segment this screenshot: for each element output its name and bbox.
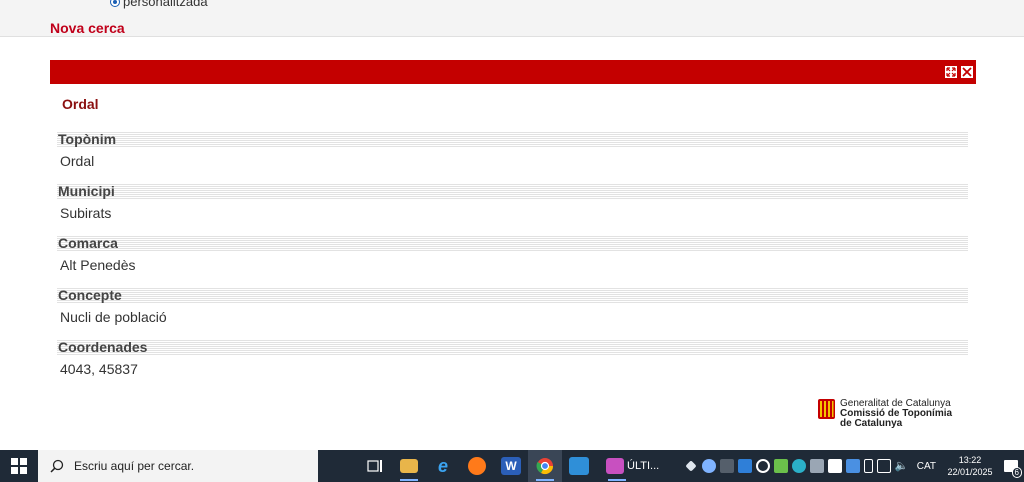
task-view-icon[interactable] (358, 450, 392, 482)
notification-center-icon[interactable]: 6 (998, 450, 1024, 482)
photos-icon[interactable] (562, 450, 596, 482)
field-label: Topònim (57, 131, 968, 147)
taskbar: Escriu aquí per cercar. e W ÚLTI... 🔈 CA… (0, 450, 1024, 482)
shield-icon[interactable] (827, 459, 842, 473)
app-label: ÚLTI... (627, 460, 660, 472)
cloud-icon[interactable] (701, 459, 716, 473)
field-coordenades: Coordenades 4043, 45837 (57, 339, 968, 377)
word-icon[interactable]: W (494, 450, 528, 482)
blue-app-icon[interactable] (845, 459, 860, 473)
taskbar-search[interactable]: Escriu aquí per cercar. (38, 450, 318, 482)
clock[interactable]: 13:22 22/01/2025 (942, 454, 998, 478)
field-concepte: Concepte Nucli de població (57, 287, 968, 325)
chrome-icon[interactable] (528, 450, 562, 482)
field-municipi: Municipi Subirats (57, 183, 968, 221)
notification-badge: 6 (1011, 467, 1022, 478)
field-label: Coordenades (57, 339, 968, 355)
usb-icon[interactable] (863, 459, 873, 473)
field-label: Comarca (57, 235, 968, 251)
taskbar-app-ulti[interactable]: ÚLTI... (600, 450, 678, 482)
search-icon (50, 459, 64, 473)
skype-icon[interactable] (737, 459, 752, 473)
clock-date: 22/01/2025 (947, 467, 993, 477)
language-indicator[interactable]: CAT (917, 461, 936, 472)
radio-option[interactable]: personalitzada (110, 0, 208, 9)
system-tray: 🔈 CAT 13:22 22/01/2025 6 (682, 450, 1024, 482)
close-icon[interactable] (961, 66, 973, 78)
logo-line-3: de Catalunya (840, 418, 903, 429)
generalitat-logo: Generalitat de Catalunya Comissió de Top… (818, 399, 952, 429)
page: personalitzada Nova cerca Ordal Topònim … (0, 0, 1024, 450)
top-band: personalitzada Nova cerca (0, 0, 1024, 37)
edge-icon[interactable]: e (426, 450, 460, 482)
firefox-icon[interactable] (460, 450, 494, 482)
new-search-link[interactable]: Nova cerca (50, 20, 125, 36)
field-label: Municipi (57, 183, 968, 199)
expand-icon[interactable] (945, 66, 957, 78)
field-value: Alt Penedès (60, 257, 136, 273)
search-placeholder: Escriu aquí per cercar. (74, 459, 195, 473)
file-explorer-icon[interactable] (392, 450, 426, 482)
radio-button[interactable] (110, 0, 120, 7)
circle-icon[interactable] (755, 459, 770, 473)
network-app-icon[interactable] (809, 459, 824, 473)
green-app-icon[interactable] (773, 459, 788, 473)
volume-icon[interactable]: 🔈 (895, 459, 909, 473)
field-label: Concepte (57, 287, 968, 303)
chevron-up-icon[interactable] (685, 460, 697, 472)
clock-time: 13:22 (958, 455, 982, 465)
teal-app-icon[interactable] (791, 459, 806, 473)
field-comarca: Comarca Alt Penedès (57, 235, 968, 273)
windows-start-icon[interactable] (0, 450, 38, 482)
logo-text: Generalitat de Catalunya Comissió de Top… (840, 399, 952, 429)
field-toponim: Topònim Ordal (57, 131, 968, 169)
tray-app-icon[interactable] (719, 459, 734, 473)
senyera-icon (818, 399, 835, 419)
field-value: Subirats (60, 205, 112, 221)
field-value: Nucli de població (60, 309, 167, 325)
panel-title: Ordal (62, 96, 99, 112)
radio-label: personalitzada (123, 0, 208, 9)
field-value: 4043, 45837 (60, 361, 138, 377)
network-icon[interactable] (876, 459, 891, 473)
field-value: Ordal (60, 153, 95, 169)
panel-header-bar (50, 60, 976, 84)
